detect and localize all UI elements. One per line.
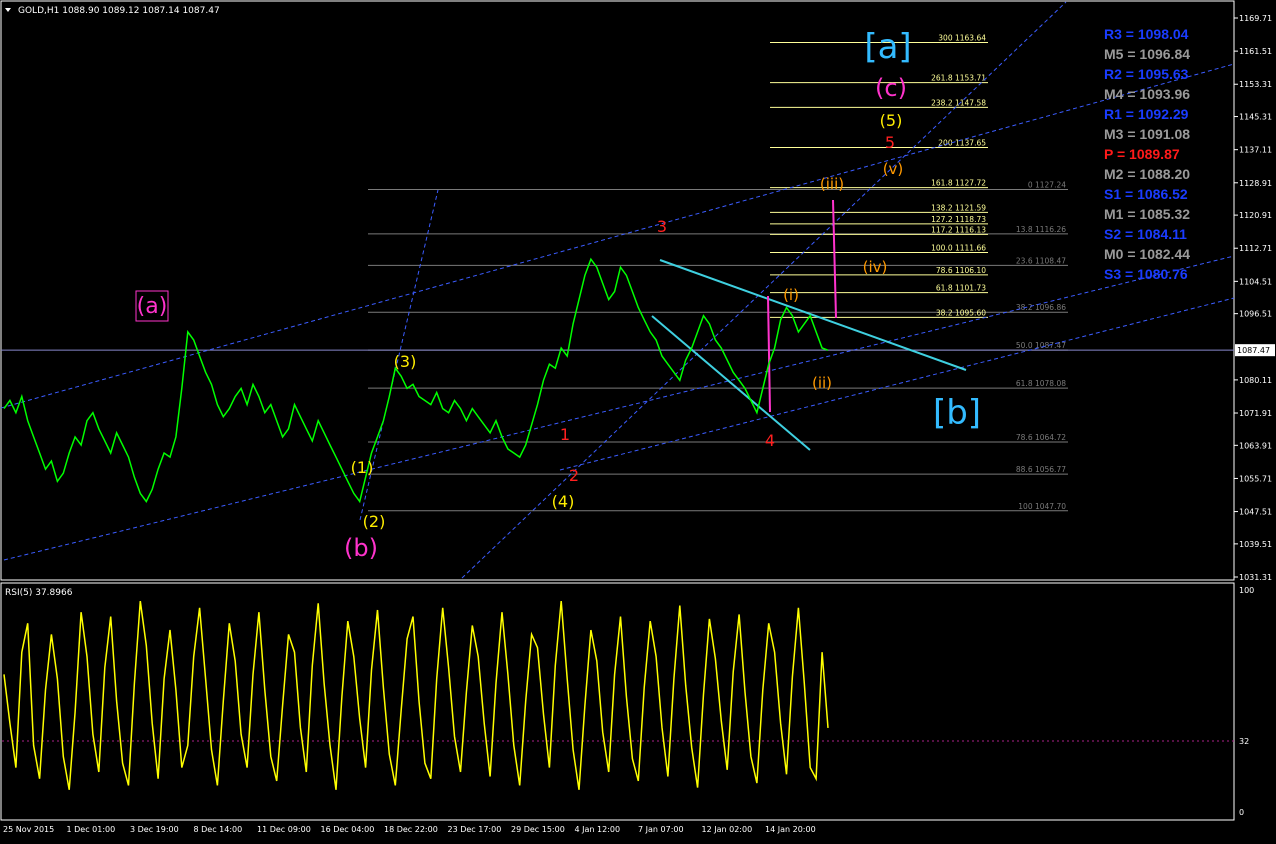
- projection-line: [832, 199, 837, 319]
- wave-label: (b): [344, 534, 378, 562]
- pivot-level: S2 = 1084.11: [1104, 226, 1187, 242]
- rsi-tick-label: 0: [1239, 808, 1244, 817]
- fib-retracement-label: 23.6 1108.47: [1016, 256, 1066, 265]
- chart-window[interactable]: 0 1127.24 13.8 1116.26 23.6 1108.47 38.2 10…: [0, 0, 1276, 840]
- price-tick-label: 1096.51: [1239, 310, 1272, 319]
- wave-label: (1): [351, 458, 374, 477]
- time-tick-label: 7 Jan 07:00: [638, 825, 684, 834]
- fib-extension-label: 61.8 1101.73: [936, 284, 986, 293]
- pivot-level: M0 = 1082.44: [1104, 246, 1191, 262]
- symbol-header: GOLD,H1 1088.90 1089.12 1087.14 1087.47: [18, 6, 220, 16]
- wave-label: 1: [560, 425, 570, 444]
- wave-label: 5: [885, 133, 895, 152]
- fib-extension-label: 300 1163.64: [938, 34, 986, 43]
- price-tick-label: 1031.31: [1239, 573, 1272, 582]
- time-tick-label: 18 Dec 22:00: [384, 825, 438, 834]
- wave-label: 4: [765, 431, 775, 450]
- wave-label: (v): [883, 160, 904, 178]
- current-price-label: 1087.47: [1237, 346, 1270, 355]
- wave-label: (ii): [812, 374, 832, 392]
- price-tick-label: 1047.51: [1239, 508, 1272, 517]
- fib-retracement-label: 78.6 1064.72: [1016, 433, 1066, 442]
- pivot-level: S1 = 1086.52: [1104, 186, 1188, 202]
- time-tick-label: 3 Dec 19:00: [130, 825, 179, 834]
- wave-label: [b]: [933, 393, 981, 433]
- fib-extension-label: 261.8 1153.71: [931, 74, 986, 83]
- wave-label: (5): [880, 111, 903, 130]
- dropdown-arrow-icon[interactable]: [5, 8, 11, 12]
- rsi-title: RSI(5) 37.8966: [5, 588, 73, 598]
- price-series-line: [3, 257, 829, 504]
- pivot-level: R3 = 1098.04: [1104, 26, 1189, 42]
- price-panel-frame: [0, 0, 1235, 581]
- fib-extension-label: 127.2 1118.73: [931, 215, 986, 224]
- pivot-levels-panel: R3 = 1098.04 M5 = 1096.84 R2 = 1095.63 M4 =…: [1104, 24, 1274, 284]
- time-tick-label: 23 Dec 17:00: [448, 825, 502, 834]
- pivot-level: M5 = 1096.84: [1104, 46, 1191, 62]
- rsi-panel: [2, 600, 1234, 790]
- time-tick-label: 1 Dec 01:00: [67, 825, 116, 834]
- pivot-level: M2 = 1088.20: [1104, 166, 1191, 182]
- wave-label: (iv): [863, 258, 888, 276]
- price-tick-label: 1080.11: [1239, 376, 1272, 385]
- chart-canvas[interactable]: 0 1127.24 13.8 1116.26 23.6 1108.47 38.2 10…: [0, 0, 1276, 840]
- wave-label: (4): [552, 492, 575, 511]
- time-tick-label: 12 Jan 02:00: [702, 825, 753, 834]
- rsi-panel-frame: [0, 582, 1235, 821]
- pivot-level: R2 = 1095.63: [1104, 66, 1189, 82]
- fib-retracement-label: 88.6 1056.77: [1016, 465, 1066, 474]
- pivot-level: M4 = 1093.96: [1104, 86, 1191, 102]
- time-tick-label: 29 Dec 15:00: [511, 825, 565, 834]
- fib-extension-label: 78.6 1106.10: [936, 266, 986, 275]
- wave-label: (i): [783, 286, 799, 304]
- pivot-level: R1 = 1092.29: [1104, 106, 1189, 122]
- wave-label: (3): [394, 352, 417, 371]
- price-tick-label: 1055.71: [1239, 474, 1272, 483]
- wave-label: (a): [137, 294, 168, 319]
- wave-label: [a]: [864, 27, 911, 67]
- fib-extension-label: 138.2 1121.59: [931, 203, 986, 212]
- wave-label: 3: [657, 217, 667, 236]
- triangle-upper-line: [659, 259, 967, 371]
- pivot-level: M1 = 1085.32: [1104, 206, 1191, 222]
- fib-extension-label: 238.2 1147.58: [931, 98, 986, 107]
- price-tick-label: 1039.51: [1239, 540, 1272, 549]
- price-tick-label: 1071.91: [1239, 409, 1272, 418]
- fib-retracement-label: 13.8 1116.26: [1016, 225, 1066, 234]
- time-tick-label: 25 Nov 2015: [3, 825, 54, 834]
- wave-label: (iii): [820, 175, 844, 193]
- dashed-trendline: [3, 255, 1235, 561]
- projection-line: [767, 295, 771, 413]
- price-tick-label: 1063.91: [1239, 441, 1272, 450]
- fib-retracement-label: 0 1127.24: [1028, 181, 1066, 190]
- price-tick-label: 1169.71: [1239, 14, 1272, 23]
- time-tick-label: 8 Dec 14:00: [194, 825, 243, 834]
- fib-retracement-label: 100 1047.70: [1018, 502, 1066, 511]
- wave-label: 2: [569, 466, 579, 485]
- price-panel: 0 1127.24 13.8 1116.26 23.6 1108.47 38.2 10…: [0, 1, 1235, 579]
- rsi-tick-label: 100: [1239, 586, 1254, 595]
- fib-retracement-label: 61.8 1078.08: [1016, 379, 1066, 388]
- pivot-level: M3 = 1091.08: [1104, 126, 1191, 142]
- triangle-lower-line: [651, 315, 811, 451]
- time-tick-label: 14 Jan 20:00: [765, 825, 816, 834]
- rsi-series-line: [3, 600, 829, 790]
- rsi-tick-label: 32: [1239, 737, 1249, 746]
- time-tick-label: 16 Dec 04:00: [321, 825, 375, 834]
- wave-label: (c): [875, 74, 907, 102]
- fib-extension-label: 38.2 1095.60: [936, 308, 986, 317]
- pivot-level: S3 = 1080.76: [1104, 266, 1188, 282]
- time-tick-label: 11 Dec 09:00: [257, 825, 311, 834]
- axes: 1169.711161.511153.311145.311137.111128.…: [3, 14, 1275, 834]
- wave-label: (2): [363, 512, 386, 531]
- fib-extension-label: 161.8 1127.72: [931, 179, 986, 188]
- fib-extension-label: 117.2 1116.13: [931, 225, 986, 234]
- time-tick-label: 4 Jan 12:00: [575, 825, 621, 834]
- fib-extension-label: 100.0 1111.66: [931, 243, 986, 252]
- pivot-level: P = 1089.87: [1104, 146, 1180, 162]
